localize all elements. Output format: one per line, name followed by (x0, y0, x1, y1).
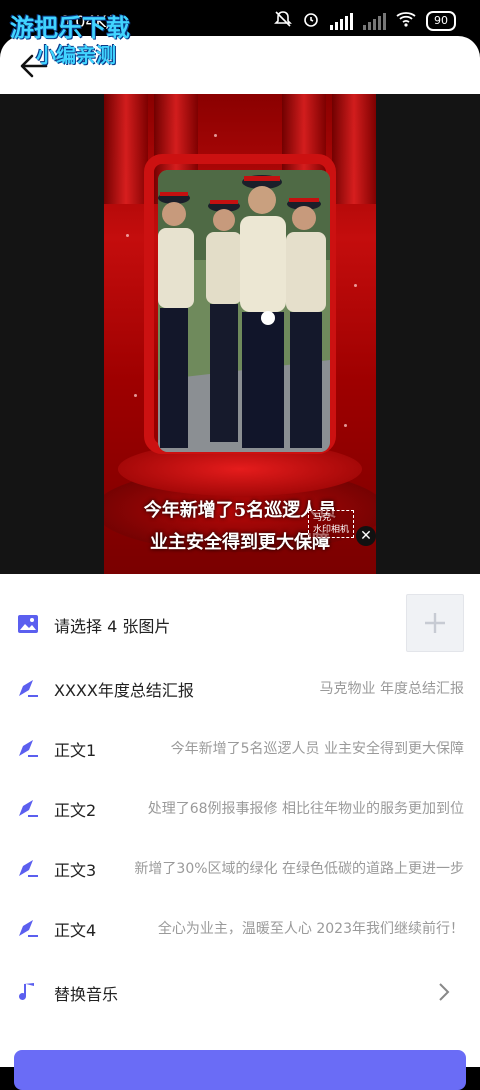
plus-icon (425, 613, 445, 633)
body-label-2: 正文2 (54, 801, 97, 820)
image-icon (16, 612, 40, 636)
body-row-4[interactable]: 正文4 全心为业主，温暖至人心 2023年我们继续前行！ (0, 898, 480, 958)
curtain-left (104, 94, 148, 204)
title-value: 马克物业 年度总结汇报 (319, 681, 464, 697)
battery-icon: 90 (426, 11, 456, 31)
body-row-2[interactable]: 正文2 处理了68例报事报修 相比往年物业的服务更加到位 (0, 778, 480, 838)
body-value-1: 今年新增了5名巡逻人员 业主安全得到更大保障 (170, 741, 464, 757)
watermark-line-1: 游把乐下载 (10, 14, 130, 42)
edit-icon (16, 916, 40, 940)
status-icons: 90 (274, 10, 456, 32)
music-note-icon (16, 980, 40, 1004)
tag-line-1: 马克 (313, 513, 332, 523)
signal-strength-2-icon (363, 12, 386, 30)
title-label: XXXX年度总结汇报 (54, 681, 194, 700)
close-tag-icon[interactable]: ✕ (356, 526, 376, 546)
video-preview-area: 今年新增了5名巡逻人员 业主安全得到更大保障 马克 水印相机 ✕ (0, 94, 480, 574)
body-row-1[interactable]: 正文1 今年新增了5名巡逻人员 业主安全得到更大保障 (0, 718, 480, 778)
edit-icon (16, 736, 40, 760)
music-row[interactable]: 替换音乐 (0, 962, 480, 1022)
video-preview[interactable]: 今年新增了5名巡逻人员 业主安全得到更大保障 马克 水印相机 ✕ (104, 94, 376, 574)
mute-icon (274, 10, 292, 32)
edit-icon (16, 796, 40, 820)
wifi-icon (396, 11, 416, 31)
signal-strength-icon (330, 12, 353, 30)
curtain-right (332, 94, 376, 204)
body-label-3: 正文3 (54, 861, 97, 880)
generate-button[interactable] (14, 1050, 466, 1090)
body-label-4: 正文4 (54, 921, 97, 940)
edit-icon (16, 856, 40, 880)
add-image-button[interactable] (406, 594, 464, 652)
chevron-right-icon (434, 980, 454, 1004)
edit-icon (16, 676, 40, 700)
watermark-line-2: 小编亲测 (36, 43, 116, 67)
camera-watermark-tag[interactable]: 马克 水印相机 (308, 510, 355, 538)
body-value-2: 处理了68例报事报修 相比往年物业的服务更加到位 (147, 801, 464, 817)
body-row-3[interactable]: 正文3 新增了30%区域的绿化 在绿色低碳的道路上更进一步 (0, 838, 480, 898)
body-label-1: 正文1 (54, 741, 97, 760)
photo-guards (158, 170, 330, 452)
watermark: 游把乐下载 小编亲测 (10, 8, 130, 68)
image-select-label: 请选择 4 张图片 (54, 617, 171, 636)
title-row[interactable]: XXXX年度总结汇报 马克物业 年度总结汇报 (0, 658, 480, 718)
music-label: 替换音乐 (54, 985, 119, 1004)
body-value-3: 新增了30%区域的绿化 在绿色低碳的道路上更进一步 (134, 861, 464, 877)
tag-line-2: 水印相机 (313, 525, 350, 535)
body-value-4: 全心为业主，温暖至人心 2023年我们继续前行！ (157, 921, 464, 937)
alarm-icon (302, 10, 320, 32)
